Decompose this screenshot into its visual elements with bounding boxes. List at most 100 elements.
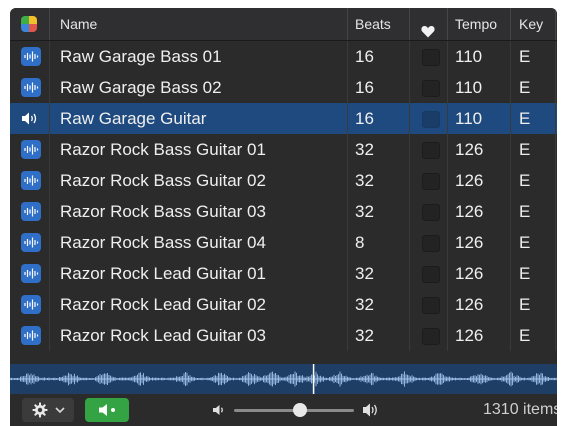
column-divider bbox=[510, 72, 511, 103]
favorite-checkbox[interactable] bbox=[422, 235, 440, 252]
column-divider[interactable] bbox=[510, 8, 511, 40]
table-row[interactable]: Raw Garage Guitar 16 110 E bbox=[10, 103, 557, 134]
column-divider bbox=[510, 134, 511, 165]
column-header-key[interactable]: Key bbox=[519, 8, 543, 40]
column-header-beats[interactable]: Beats bbox=[355, 8, 391, 40]
favorite-checkbox[interactable] bbox=[422, 80, 440, 97]
column-divider bbox=[49, 134, 50, 165]
column-divider bbox=[447, 165, 448, 196]
column-divider bbox=[447, 103, 448, 134]
column-divider bbox=[409, 103, 410, 134]
column-divider[interactable] bbox=[347, 8, 348, 40]
column-divider bbox=[555, 320, 556, 351]
waveform-icon[interactable] bbox=[21, 140, 41, 159]
loop-tempo: 110 bbox=[455, 47, 483, 66]
column-divider bbox=[347, 227, 348, 258]
volume-slider[interactable] bbox=[234, 403, 354, 417]
table-row[interactable]: Raw Garage Bass 01 16 110 E bbox=[10, 41, 557, 72]
table-row[interactable]: Razor Rock Bass Guitar 03 32 126 E bbox=[10, 196, 557, 227]
column-divider bbox=[409, 165, 410, 196]
table-row[interactable]: Razor Rock Lead Guitar 02 32 126 E bbox=[10, 289, 557, 320]
column-divider bbox=[347, 41, 348, 72]
loop-name: Raw Garage Guitar bbox=[60, 109, 207, 128]
column-header-tempo[interactable]: Tempo bbox=[455, 8, 497, 40]
heart-icon[interactable] bbox=[421, 17, 435, 38]
grid-cell bbox=[29, 24, 37, 32]
waveform-icon[interactable] bbox=[21, 171, 41, 190]
column-divider bbox=[49, 227, 50, 258]
column-divider bbox=[409, 289, 410, 320]
column-header-name[interactable]: Name bbox=[60, 8, 97, 40]
loop-name: Razor Rock Bass Guitar 02 bbox=[60, 171, 266, 190]
column-divider bbox=[409, 134, 410, 165]
table-row[interactable]: Razor Rock Bass Guitar 02 32 126 E bbox=[10, 165, 557, 196]
column-divider bbox=[409, 72, 410, 103]
grid-icon[interactable] bbox=[21, 16, 37, 32]
loop-name: Razor Rock Lead Guitar 01 bbox=[60, 264, 266, 283]
waveform-icon[interactable] bbox=[21, 264, 41, 283]
waveform-icon[interactable] bbox=[21, 47, 41, 66]
favorite-checkbox[interactable] bbox=[422, 328, 440, 345]
table-row[interactable]: Razor Rock Lead Guitar 03 32 126 E bbox=[10, 320, 557, 351]
loop-tempo: 126 bbox=[455, 202, 484, 221]
column-divider bbox=[347, 258, 348, 289]
favorite-checkbox[interactable] bbox=[422, 266, 440, 283]
loop-name: Razor Rock Lead Guitar 03 bbox=[60, 326, 266, 345]
column-divider bbox=[347, 72, 348, 103]
action-menu-button[interactable] bbox=[22, 398, 74, 422]
preview-speaker-button[interactable] bbox=[85, 398, 129, 422]
waveform-preview[interactable] bbox=[10, 364, 557, 394]
loop-key: E bbox=[519, 295, 531, 314]
table-row[interactable]: Razor Rock Bass Guitar 04 8 126 E bbox=[10, 227, 557, 258]
favorite-checkbox[interactable] bbox=[422, 111, 440, 128]
favorite-checkbox[interactable] bbox=[422, 142, 440, 159]
grid-cell bbox=[21, 16, 29, 24]
table-row[interactable]: Raw Garage Bass 02 16 110 E bbox=[10, 72, 557, 103]
column-divider bbox=[555, 165, 556, 196]
column-divider bbox=[347, 134, 348, 165]
loop-beats: 32 bbox=[355, 202, 374, 221]
gear-icon bbox=[32, 402, 48, 418]
loop-beats: 8 bbox=[355, 233, 365, 252]
column-divider bbox=[409, 320, 410, 351]
loop-key: E bbox=[519, 233, 531, 252]
favorite-checkbox[interactable] bbox=[422, 173, 440, 190]
loop-tempo: 126 bbox=[455, 326, 484, 345]
column-divider bbox=[555, 196, 556, 227]
waveform-icon[interactable] bbox=[21, 78, 41, 97]
column-divider bbox=[555, 41, 556, 72]
speaker-playing-icon[interactable] bbox=[21, 109, 41, 128]
column-divider bbox=[347, 289, 348, 320]
column-divider[interactable] bbox=[447, 8, 448, 40]
column-divider bbox=[49, 289, 50, 320]
loop-name: Razor Rock Lead Guitar 02 bbox=[60, 295, 266, 314]
volume-slider-knob[interactable] bbox=[293, 403, 307, 417]
column-divider bbox=[510, 165, 511, 196]
column-divider bbox=[347, 320, 348, 351]
table-row[interactable]: Razor Rock Lead Guitar 01 32 126 E bbox=[10, 258, 557, 289]
loop-tempo: 126 bbox=[455, 171, 484, 190]
column-divider bbox=[409, 196, 410, 227]
favorite-checkbox[interactable] bbox=[422, 49, 440, 66]
grid-cell bbox=[29, 16, 37, 24]
loop-name: Razor Rock Bass Guitar 03 bbox=[60, 202, 266, 221]
column-divider[interactable] bbox=[49, 8, 50, 40]
column-divider bbox=[555, 258, 556, 289]
column-divider[interactable] bbox=[409, 8, 410, 40]
table-row[interactable]: Razor Rock Bass Guitar 01 32 126 E bbox=[10, 134, 557, 165]
waveform-icon[interactable] bbox=[21, 233, 41, 252]
loop-browser: Name Beats Tempo Key Raw Garage Bass 01 1… bbox=[10, 8, 557, 426]
chevron-down-icon bbox=[55, 407, 65, 414]
column-divider[interactable] bbox=[555, 8, 556, 40]
favorite-checkbox[interactable] bbox=[422, 297, 440, 314]
loop-tempo: 126 bbox=[455, 264, 484, 283]
loop-beats: 16 bbox=[355, 47, 374, 66]
favorite-checkbox[interactable] bbox=[422, 204, 440, 221]
waveform-icon[interactable] bbox=[21, 326, 41, 345]
waveform-icon[interactable] bbox=[21, 202, 41, 221]
column-header: Name Beats Tempo Key bbox=[10, 8, 557, 41]
waveform-icon[interactable] bbox=[21, 295, 41, 314]
loop-tempo: 110 bbox=[455, 78, 483, 97]
volume-low-icon bbox=[213, 405, 223, 415]
loop-name: Raw Garage Bass 02 bbox=[60, 78, 222, 97]
